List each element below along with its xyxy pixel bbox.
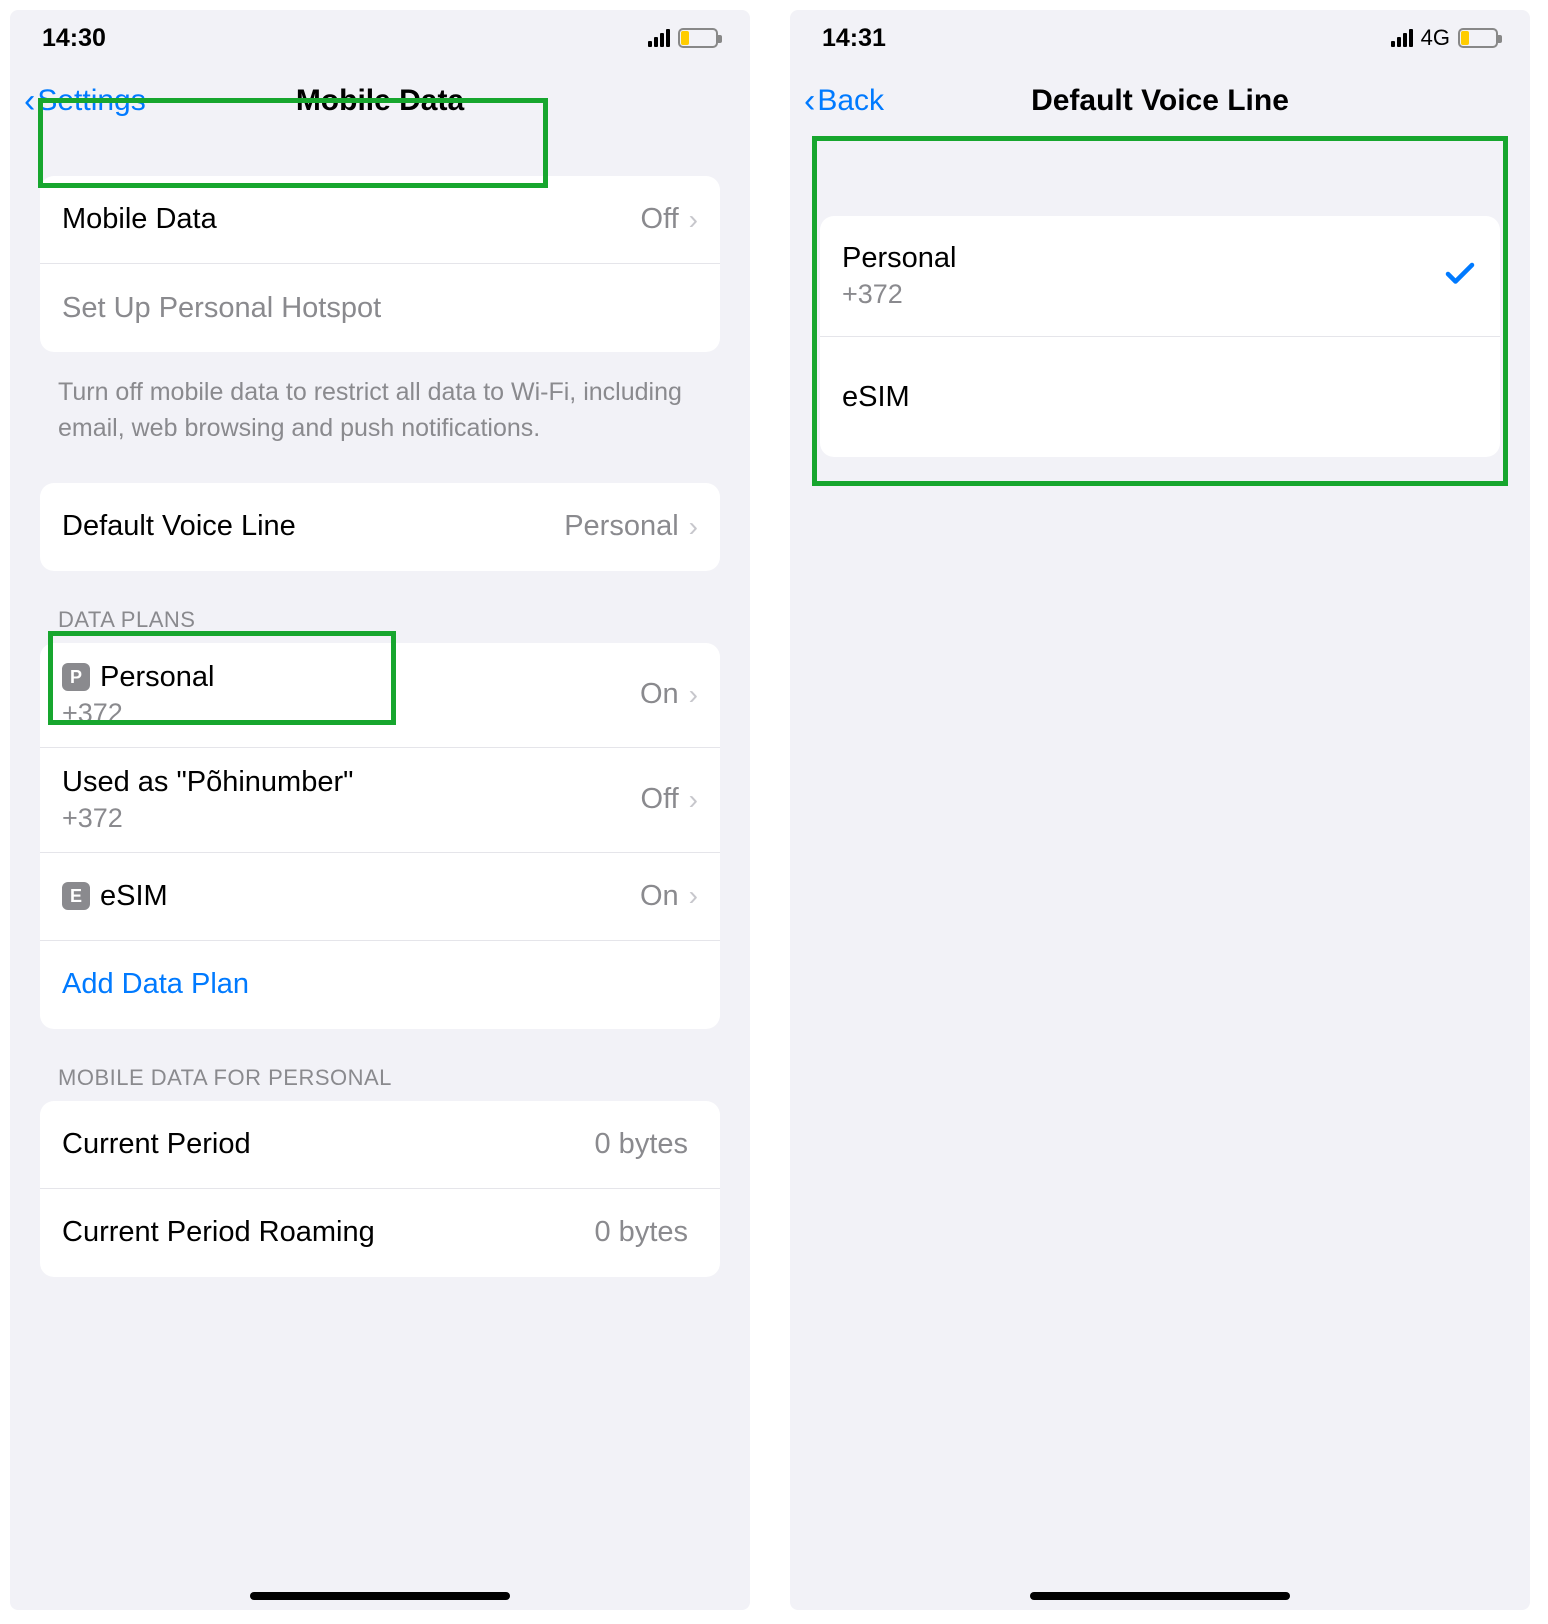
status-time: 14:30 [42,24,106,53]
chevron-left-icon: ‹ [24,84,35,118]
sim-badge-icon: E [62,882,90,910]
group-footer: Turn off mobile data to restrict all dat… [10,360,750,447]
row-label: Default Voice Line [62,510,564,543]
group-usage: Current Period 0 bytes Current Period Ro… [40,1101,720,1277]
row-plan-personal[interactable]: P Personal +372 On › [40,643,720,748]
group-mobile-data: Mobile Data Off › Set Up Personal Hotspo… [40,176,720,352]
row-value: On [640,880,679,913]
battery-icon [1458,28,1498,48]
screenshot-default-voice-line: 14:31 4G ‹ Back Default Voice Line Perso… [790,10,1530,1610]
network-label: 4G [1421,25,1450,51]
page-title: Default Voice Line [790,84,1530,118]
row-value: On [640,678,679,711]
back-button[interactable]: ‹ Back [798,80,890,122]
row-plan-pohinumber[interactable]: Used as "Põhinumber" +372 Off › [40,748,720,853]
option-label: Personal [842,242,1442,275]
row-value: 0 bytes [595,1128,689,1161]
chevron-right-icon: › [689,786,698,814]
sim-badge-icon: P [62,663,90,691]
row-value: Off [641,203,679,236]
back-label: Back [817,84,884,118]
battery-icon [678,28,718,48]
row-value: Personal [564,510,678,543]
row-label: Add Data Plan [62,968,698,1001]
row-label: Mobile Data [62,203,641,236]
section-header-data-plans: DATA PLANS [10,607,750,643]
row-default-voice-line[interactable]: Default Voice Line Personal › [40,483,720,571]
back-button[interactable]: ‹ Settings [18,80,152,122]
row-label: Personal [100,661,214,694]
row-value: 0 bytes [595,1216,689,1249]
row-personal-hotspot[interactable]: Set Up Personal Hotspot [40,264,720,352]
chevron-right-icon: › [689,681,698,709]
row-value: Off [641,783,679,816]
option-subtitle: +372 [842,279,1442,310]
nav-bar: ‹ Settings Mobile Data [10,66,750,136]
row-label: Set Up Personal Hotspot [62,292,698,325]
option-personal[interactable]: Personal +372 [820,216,1500,337]
chevron-left-icon: ‹ [804,84,815,118]
home-indicator [250,1592,510,1600]
row-current-period[interactable]: Current Period 0 bytes [40,1101,720,1189]
group-voice-line-options: Personal +372 eSIM [820,216,1500,457]
back-label: Settings [37,84,145,118]
section-header-usage: MOBILE DATA FOR PERSONAL [10,1065,750,1101]
signal-icon [1391,29,1413,47]
row-label: Current Period [62,1128,595,1161]
nav-bar: ‹ Back Default Voice Line [790,66,1530,136]
row-label: Used as "Põhinumber" [62,766,641,799]
screenshot-mobile-data: 14:30 ‹ Settings Mobile Data Mobile Data… [10,10,750,1610]
group-data-plans: P Personal +372 On › Used as "Põhinumber… [40,643,720,1029]
status-bar: 14:30 [10,10,750,66]
home-indicator [1030,1592,1290,1600]
row-label: eSIM [100,880,168,913]
chevron-right-icon: › [689,882,698,910]
row-label: Current Period Roaming [62,1216,595,1249]
row-subtitle: +372 [62,803,641,834]
status-bar: 14:31 4G [790,10,1530,66]
signal-icon [648,29,670,47]
row-add-data-plan[interactable]: Add Data Plan [40,941,720,1029]
chevron-right-icon: › [689,513,698,541]
row-subtitle: +372 [62,698,640,729]
status-time: 14:31 [822,24,886,53]
option-label: eSIM [842,381,1478,414]
row-plan-esim[interactable]: E eSIM On › [40,853,720,941]
row-mobile-data[interactable]: Mobile Data Off › [40,176,720,264]
row-current-period-roaming[interactable]: Current Period Roaming 0 bytes [40,1189,720,1277]
option-esim[interactable]: eSIM [820,337,1500,457]
chevron-right-icon: › [689,206,698,234]
checkmark-icon [1442,256,1478,297]
group-default-voice-line: Default Voice Line Personal › [40,483,720,571]
